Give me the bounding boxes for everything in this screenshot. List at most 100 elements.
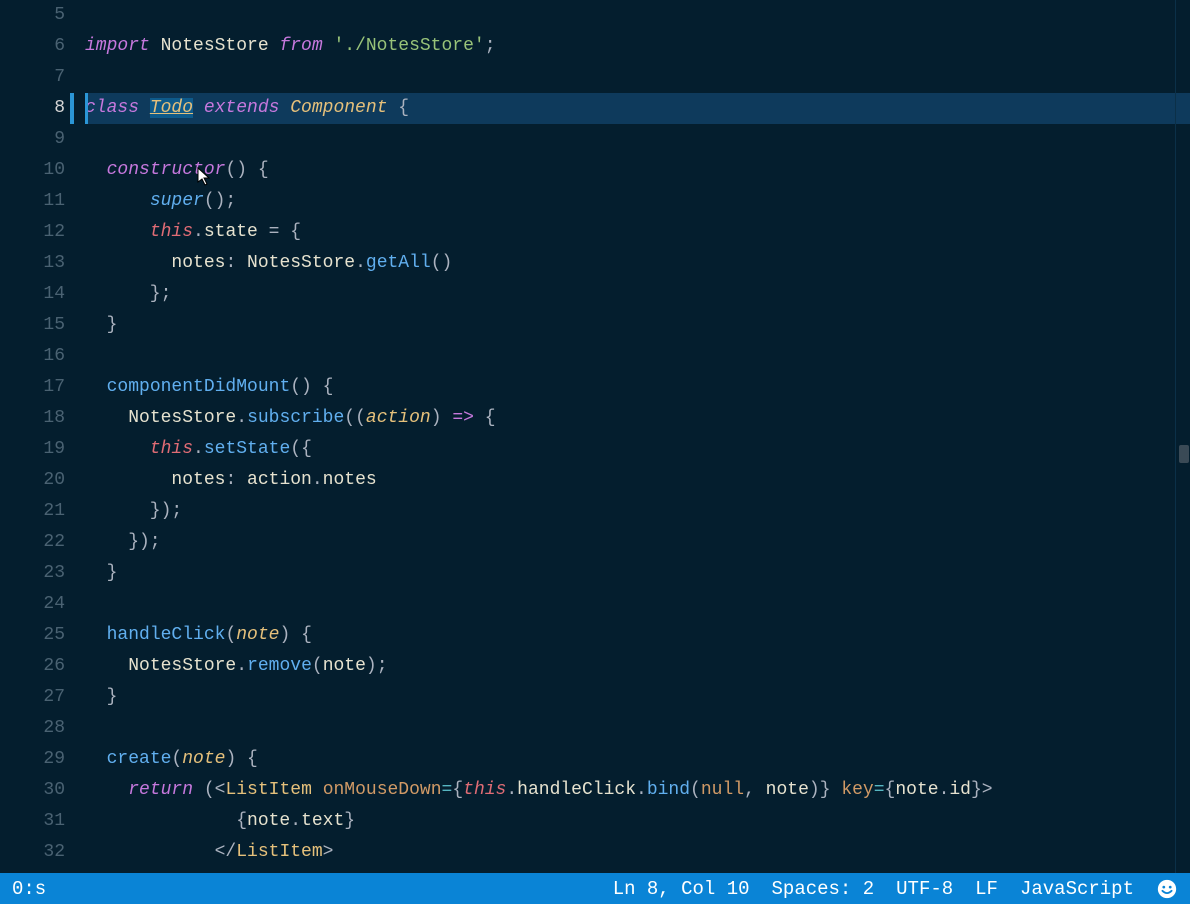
code-token: ( xyxy=(171,749,182,769)
line-number-gutter[interactable]: 5678910111213141516171819202122232425262… xyxy=(0,0,85,873)
code-line[interactable]: </ListItem> xyxy=(85,837,1190,868)
code-token: NotesStore xyxy=(128,656,236,676)
code-line[interactable]: }); xyxy=(85,527,1190,558)
code-token: getAll xyxy=(366,253,431,273)
code-line[interactable]: this.state = { xyxy=(85,217,1190,248)
code-token: { xyxy=(85,811,247,831)
line-number: 25 xyxy=(0,620,65,651)
code-line[interactable]: } xyxy=(85,310,1190,341)
status-spaces[interactable]: Spaces: 2 xyxy=(772,878,875,900)
code-token: { xyxy=(474,408,496,428)
code-line[interactable] xyxy=(85,124,1190,155)
code-token: } xyxy=(971,780,982,800)
code-token: onMouseDown xyxy=(323,780,442,800)
code-token: import xyxy=(85,36,161,56)
code-token: () { xyxy=(225,160,268,180)
status-language[interactable]: JavaScript xyxy=(1020,878,1134,900)
code-line[interactable]: class Todo extends Component { xyxy=(85,93,1190,124)
code-token xyxy=(85,749,107,769)
line-number: 20 xyxy=(0,465,65,496)
code-line[interactable]: NotesStore.remove(note); xyxy=(85,651,1190,682)
code-token: ) xyxy=(431,408,453,428)
vertical-scrollbar-track[interactable] xyxy=(1176,0,1190,873)
code-token: Todo xyxy=(150,98,193,118)
code-token: text xyxy=(301,811,344,831)
code-line[interactable]: create(note) { xyxy=(85,744,1190,775)
code-token: action xyxy=(366,408,431,428)
status-ln-col[interactable]: Ln 8, Col 10 xyxy=(613,878,750,900)
code-line[interactable]: super(); xyxy=(85,186,1190,217)
line-number: 5 xyxy=(0,0,65,31)
code-token: )} xyxy=(809,780,831,800)
status-encoding[interactable]: UTF-8 xyxy=(896,878,953,900)
code-token: . xyxy=(355,253,366,273)
code-token: = { xyxy=(258,222,301,242)
line-number: 24 xyxy=(0,589,65,620)
code-editor[interactable]: 5678910111213141516171819202122232425262… xyxy=(0,0,1190,873)
code-token: < xyxy=(215,780,226,800)
code-token: note xyxy=(895,780,938,800)
code-content-area[interactable]: import NotesStore from './NotesStore'; cl… xyxy=(85,0,1190,873)
feedback-smile-icon[interactable] xyxy=(1156,878,1178,900)
code-token: remove xyxy=(247,656,312,676)
code-line[interactable]: } xyxy=(85,558,1190,589)
line-number: 8 xyxy=(0,93,65,124)
code-token: . xyxy=(939,780,950,800)
code-token: note xyxy=(182,749,225,769)
code-line[interactable]: } xyxy=(85,682,1190,713)
line-number: 22 xyxy=(0,527,65,558)
code-token: componentDidMount xyxy=(107,377,291,397)
code-token: }); xyxy=(85,501,182,521)
code-token: { xyxy=(452,780,463,800)
code-line[interactable] xyxy=(85,0,1190,31)
code-line[interactable]: return (<ListItem onMouseDown={this.hand… xyxy=(85,775,1190,806)
code-line[interactable] xyxy=(85,713,1190,744)
code-line[interactable]: this.setState({ xyxy=(85,434,1190,465)
line-number: 30 xyxy=(0,775,65,806)
code-token: bind xyxy=(647,780,690,800)
code-token: null xyxy=(701,780,744,800)
code-line[interactable]: NotesStore.subscribe((action) => { xyxy=(85,403,1190,434)
code-line[interactable]: {note.text} xyxy=(85,806,1190,837)
code-token: handleClick xyxy=(107,625,226,645)
code-token: ) { xyxy=(225,749,257,769)
code-line[interactable]: constructor() { xyxy=(85,155,1190,186)
code-token xyxy=(85,191,150,211)
code-token: . xyxy=(290,811,301,831)
code-line[interactable] xyxy=(85,589,1190,620)
code-token: action xyxy=(247,470,312,490)
code-token: } xyxy=(85,315,117,335)
code-token: id xyxy=(949,780,971,800)
code-token: > xyxy=(982,780,993,800)
status-eol[interactable]: LF xyxy=(975,878,998,900)
line-number: 19 xyxy=(0,434,65,465)
code-line[interactable] xyxy=(85,62,1190,93)
code-line[interactable]: import NotesStore from './NotesStore'; xyxy=(85,31,1190,62)
code-line[interactable]: notes: NotesStore.getAll() xyxy=(85,248,1190,279)
code-token: ListItem xyxy=(236,842,322,862)
code-token: notes xyxy=(323,470,377,490)
code-line[interactable]: }); xyxy=(85,496,1190,527)
line-number: 17 xyxy=(0,372,65,403)
code-token: } xyxy=(85,563,117,583)
code-line[interactable]: notes: action.notes xyxy=(85,465,1190,496)
code-token: ( xyxy=(225,625,236,645)
code-token: ( xyxy=(193,780,215,800)
vertical-scrollbar-thumb[interactable] xyxy=(1179,445,1189,463)
line-number: 21 xyxy=(0,496,65,527)
line-number: 23 xyxy=(0,558,65,589)
status-left[interactable]: 0:s xyxy=(12,878,46,900)
code-line[interactable]: handleClick(note) { xyxy=(85,620,1190,651)
code-line[interactable] xyxy=(85,341,1190,372)
code-token: NotesStore xyxy=(161,36,269,56)
code-token xyxy=(831,780,842,800)
code-token: return xyxy=(128,780,193,800)
code-token xyxy=(85,377,107,397)
code-token: note xyxy=(236,625,279,645)
code-line[interactable]: }; xyxy=(85,279,1190,310)
line-number: 26 xyxy=(0,651,65,682)
line-number: 9 xyxy=(0,124,65,155)
code-line[interactable]: componentDidMount() { xyxy=(85,372,1190,403)
code-token xyxy=(85,842,215,862)
code-token: notes xyxy=(171,253,225,273)
